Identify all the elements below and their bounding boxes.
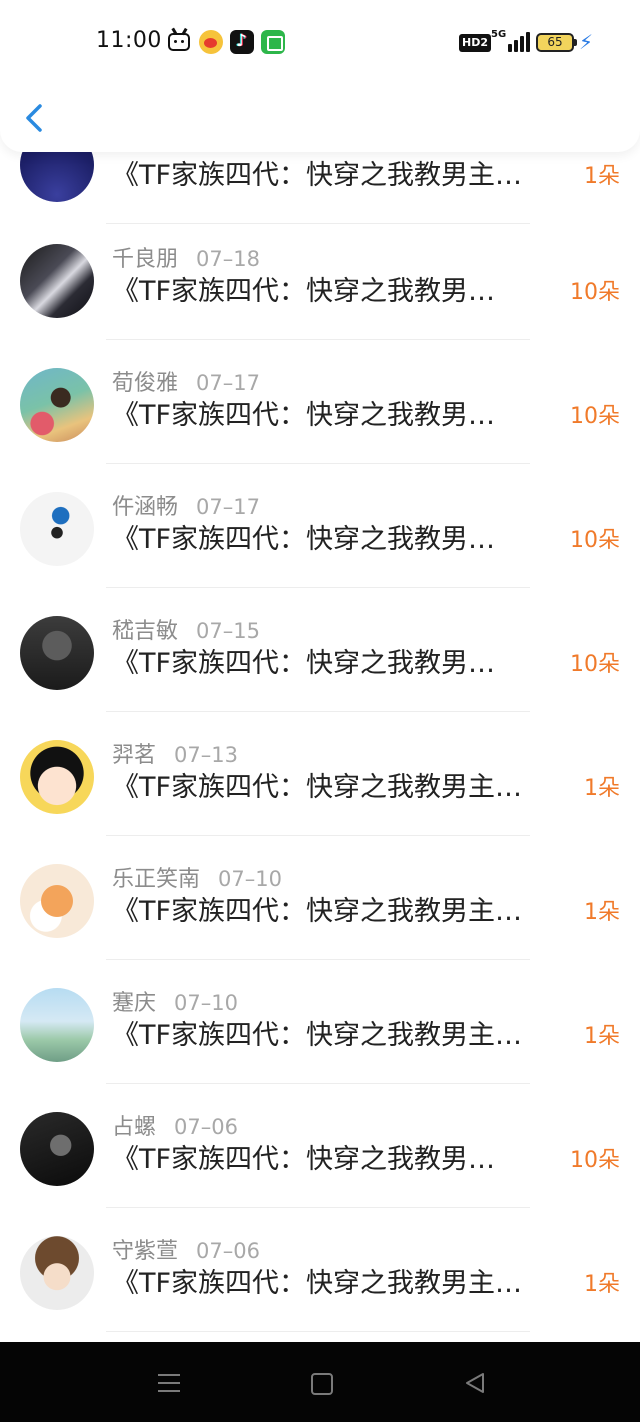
avatar[interactable] [20, 1236, 94, 1310]
list-item-meta: 仵涵畅 07–17 [112, 489, 260, 520]
douyin-icon [230, 30, 254, 54]
back-button[interactable] [18, 96, 54, 140]
avatar[interactable] [20, 492, 94, 566]
item-title: 《TF家族四代：快穿之我教男… [112, 1144, 496, 1175]
gift-count: 10朵 [570, 404, 620, 429]
user-name: 仵涵畅 [112, 495, 179, 520]
list-item-meta: 羿茗 07–13 [112, 737, 238, 768]
gift-count: 10朵 [570, 280, 620, 305]
item-date: 07–17 [196, 495, 260, 519]
list-item[interactable]: 仵涵畅 07–17 《TF家族四代：快穿之我教男… 10朵 [0, 464, 640, 588]
messages-icon [261, 30, 285, 54]
list-item[interactable]: 乐正笑南 07–10 《TF家族四代：快穿之我教男主… 1朵 [0, 836, 640, 960]
avatar[interactable] [20, 616, 94, 690]
list-item-meta: 荀俊雅 07–17 [112, 365, 260, 396]
avatar[interactable] [20, 864, 94, 938]
list-item-meta: 乐正笑南 07–10 [112, 861, 282, 892]
list-item[interactable]: 蹇庆 07–10 《TF家族四代：快穿之我教男主… 1朵 [0, 960, 640, 1084]
item-title: 《TF家族四代：快穿之我教男… [112, 524, 496, 555]
user-name: 千良朋 [112, 247, 179, 272]
user-name: 蹇庆 [112, 991, 157, 1016]
user-name: 乐正笑南 [112, 867, 201, 892]
user-name: 嵇吉敏 [112, 619, 179, 644]
menu-icon[interactable] [156, 1370, 184, 1396]
avatar[interactable] [20, 1112, 94, 1186]
user-name: 守紫萱 [112, 1239, 179, 1264]
battery-icon: 65 [536, 33, 577, 52]
weibo-icon [199, 30, 223, 54]
list-item[interactable]: 嵇吉敏 07–15 《TF家族四代：快穿之我教男… 10朵 [0, 588, 640, 712]
list-item[interactable]: 占螺 07–06 《TF家族四代：快穿之我教男… 10朵 [0, 1084, 640, 1208]
item-date: 07–10 [174, 991, 238, 1015]
avatar[interactable] [20, 740, 94, 814]
status-time: 11:00 [96, 28, 162, 53]
item-date: 07–13 [174, 743, 238, 767]
list-item[interactable]: 荀俊雅 07–17 《TF家族四代：快穿之我教男… 10朵 [0, 340, 640, 464]
item-date: 07–06 [174, 1115, 238, 1139]
item-title: 《TF家族四代：快穿之我教男… [112, 648, 496, 679]
gift-count: 10朵 [570, 652, 620, 677]
gift-count: 1朵 [584, 164, 620, 189]
user-name: 占螺 [112, 1115, 157, 1140]
user-name: 荀俊雅 [112, 371, 179, 396]
gift-record-list: 《TF家族四代：快穿之我教男主… 1朵 千良朋 07–18 《TF家族四代：快穿之… [0, 0, 640, 1342]
status-bar: 11:00 HD2 5G 65 ⚡ [0, 0, 640, 84]
avatar[interactable] [20, 988, 94, 1062]
home-icon[interactable] [308, 1370, 336, 1396]
item-date: 07–10 [218, 867, 282, 891]
user-name: 羿茗 [112, 743, 157, 768]
avatar[interactable] [20, 368, 94, 442]
chevron-left-icon [26, 104, 42, 132]
item-date: 07–06 [196, 1239, 260, 1263]
item-title: 《TF家族四代：快穿之我教男主… [112, 772, 523, 803]
list-item[interactable]: 守紫萱 07–06 《TF家族四代：快穿之我教男主… 1朵 [0, 1208, 640, 1332]
signal-icon [500, 32, 530, 52]
hd-voice-badge: HD2 [459, 34, 491, 52]
charging-icon: ⚡ [579, 30, 594, 54]
list-item[interactable]: 羿茗 07–13 《TF家族四代：快穿之我教男主… 1朵 [0, 712, 640, 836]
item-title: 《TF家族四代：快穿之我教男主… [112, 160, 523, 191]
gift-count: 1朵 [584, 1024, 620, 1049]
list-item-meta: 守紫萱 07–06 [112, 1233, 260, 1264]
item-date: 07–17 [196, 371, 260, 395]
list-item-meta: 占螺 07–06 [112, 1109, 238, 1140]
item-title: 《TF家族四代：快穿之我教男… [112, 276, 496, 307]
item-title: 《TF家族四代：快穿之我教男主… [112, 896, 523, 927]
item-title: 《TF家族四代：快穿之我教男主… [112, 1268, 523, 1299]
gift-count: 10朵 [570, 528, 620, 553]
back-triangle-icon[interactable] [462, 1370, 490, 1396]
bilibili-icon [168, 33, 190, 51]
item-title: 《TF家族四代：快穿之我教男… [112, 400, 496, 431]
system-navigation-bar [0, 1342, 640, 1422]
list-item[interactable]: 千良朋 07–18 《TF家族四代：快穿之我教男… 10朵 [0, 216, 640, 340]
item-title: 《TF家族四代：快穿之我教男主… [112, 1020, 523, 1051]
list-item-meta: 嵇吉敏 07–15 [112, 613, 260, 644]
item-date: 07–15 [196, 619, 260, 643]
list-item-meta: 蹇庆 07–10 [112, 985, 238, 1016]
top-bar [0, 84, 640, 152]
divider [106, 1331, 530, 1332]
gift-count: 10朵 [570, 1148, 620, 1173]
item-date: 07–18 [196, 247, 260, 271]
list-item-meta: 千良朋 07–18 [112, 241, 260, 272]
gift-count: 1朵 [584, 776, 620, 801]
gift-count: 1朵 [584, 900, 620, 925]
gift-count: 1朵 [584, 1272, 620, 1297]
avatar[interactable] [20, 244, 94, 318]
